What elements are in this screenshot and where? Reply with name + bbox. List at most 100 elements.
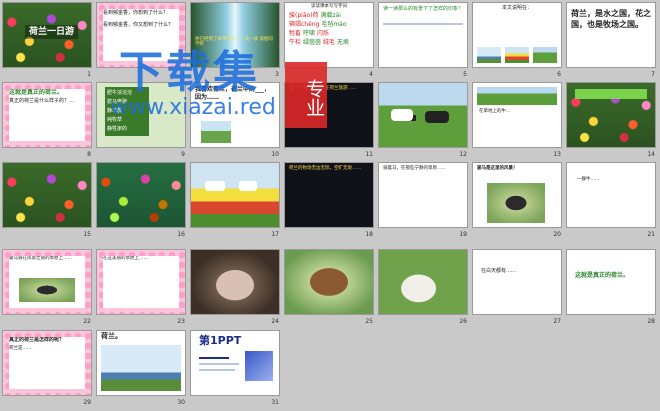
slide-number: 14 xyxy=(647,151,655,158)
slide-thumbnail-28[interactable]: 这就是真正的荷兰。 28 xyxy=(564,247,658,327)
windmill-photo xyxy=(477,47,501,63)
slide-3-text: 你已经到了本课学习……读一读 读给同学听 xyxy=(195,37,273,47)
slide-22-content: 骏马骑在风景壮丽的草原上…… xyxy=(9,256,85,308)
slide-number: 13 xyxy=(553,151,561,158)
slide-8-frame: 这就是真正的荷兰。 真正的荷兰是什么样子的？… xyxy=(3,83,91,147)
slide-29-body: 荷兰是…… xyxy=(9,346,32,351)
slide-thumbnail-8[interactable]: 这就是真正的荷兰。 真正的荷兰是什么样子的？… 8 xyxy=(0,80,94,160)
slide-thumbnail-27[interactable]: 在白天都有…… 27 xyxy=(470,247,564,327)
slide-25-image xyxy=(285,250,373,314)
slide-22-text: 骏马骑在风景壮丽的草原上…… xyxy=(9,256,72,261)
slide-2-question-2: 看到郁金香，你又想到了什么？ xyxy=(103,22,174,28)
slide-6-frame: 本文说明在： xyxy=(473,3,561,67)
pasture-photo xyxy=(533,47,557,63)
slide-thumbnail-20[interactable]: 骏马是这里的风景！ 20 xyxy=(470,160,564,240)
watermark-title: 下载集 xyxy=(119,47,260,98)
slide-number: 8 xyxy=(87,151,91,158)
word: 满载zài xyxy=(320,12,341,19)
slide-31-title: 第1PPT xyxy=(199,334,242,347)
slide-6-heading: 本文说明在： xyxy=(501,5,532,11)
divider xyxy=(199,357,229,359)
slide-number: 10 xyxy=(271,151,279,158)
slide-number: 15 xyxy=(83,231,91,238)
horse-photo xyxy=(487,183,545,223)
slide-13-frame: 在草地上的牛... xyxy=(473,83,561,147)
slide-thumbnail-17[interactable]: 17 xyxy=(188,160,282,240)
slide-thumbnail-6[interactable]: 本文说明在： 6 xyxy=(470,0,564,80)
slide-thumbnail-12[interactable]: 12 xyxy=(376,80,470,160)
slide-1-title: 荷兰一日游 xyxy=(25,25,79,39)
slide-thumbnail-30[interactable]: 荷兰。 30 xyxy=(94,328,188,408)
cow-shape xyxy=(239,181,257,191)
slide-number: 29 xyxy=(83,399,91,406)
slide-2-question-1: 看到郁金香，你想到了什么？ xyxy=(103,10,169,16)
slide-number: 22 xyxy=(83,318,91,325)
slide-1-image: 荷兰一日游 xyxy=(3,3,91,67)
slide-thumbnail-24[interactable]: 24 xyxy=(188,247,282,327)
slide-29-content: 真正的荷兰是怎样的呢？ 荷兰是…… xyxy=(9,337,85,389)
word: 绿茵茵 xyxy=(302,39,321,46)
slide-14-image xyxy=(567,83,655,147)
word: 牲畜 xyxy=(289,30,302,37)
slide-5-frame: 读一读那么的有景下了怎样的印象？ xyxy=(379,3,467,67)
slide-thumbnail-18[interactable]: 荷兰的牧场无边无际，空旷无垠…… 18 xyxy=(282,160,376,240)
slide-23-content: 在这美丽的草原上…… xyxy=(103,256,179,308)
slide-thumbnail-26[interactable]: 26 xyxy=(376,247,470,327)
slide-thumbnail-1[interactable]: 荷兰一日游 1 xyxy=(0,0,94,80)
slide-31-frame: 第1PPT xyxy=(191,331,279,395)
word: 牛栏 xyxy=(289,39,302,46)
slide-thumbnail-5[interactable]: 读一读那么的有景下了怎样的印象？ 5 xyxy=(376,0,470,80)
divider xyxy=(383,23,463,25)
slide-20-frame: 骏马是这里的风景！ xyxy=(473,163,561,227)
slide-thumbnail-31[interactable]: 第1PPT 31 xyxy=(188,328,282,408)
slide-thumbnail-7[interactable]: 荷兰，是水之国，花之国，也是牧场之国。 7 xyxy=(564,0,658,80)
slide-thumbnail-19[interactable]: 骑着马，在那些宁静的草原…… 19 xyxy=(376,160,470,240)
slide-thumbnail-22[interactable]: 骏马骑在风景壮丽的草原上…… 22 xyxy=(0,247,94,327)
slide-thumbnail-23[interactable]: 在这美丽的草原上…… 23 xyxy=(94,247,188,327)
slide-number: 11 xyxy=(365,151,373,158)
slide-number: 24 xyxy=(271,318,279,325)
slide-number: 16 xyxy=(177,231,185,238)
slide-8-body: 真正的荷兰是什么样子的？… xyxy=(9,98,75,104)
slide-15-image xyxy=(3,163,91,227)
slide-number: 12 xyxy=(459,151,467,158)
slide-13-text: 在草地上的牛... xyxy=(479,109,511,114)
horse-photo xyxy=(201,121,231,143)
caption-box xyxy=(575,89,647,99)
slide-number: 7 xyxy=(651,71,655,78)
slide-thumbnail-14[interactable]: 14 xyxy=(564,80,658,160)
slide-20-text: 骏马是这里的风景！ xyxy=(477,166,518,171)
slide-26-image xyxy=(379,250,467,314)
slide-thumbnail-25[interactable]: 25 xyxy=(282,247,376,327)
slide-24-image xyxy=(191,250,279,314)
slide-number: 30 xyxy=(177,399,185,406)
slide-27-frame: 在白天都有…… xyxy=(473,250,561,314)
word: 辆竭chěng xyxy=(289,21,320,28)
slide-29-frame: 真正的荷兰是怎样的呢？ 荷兰是…… xyxy=(3,331,91,395)
slide-number: 17 xyxy=(271,231,279,238)
slide-22-frame: 骏马骑在风景壮丽的草原上…… xyxy=(3,250,91,314)
slide-number: 25 xyxy=(365,318,373,325)
slide-number: 23 xyxy=(177,318,185,325)
slide-thumbnail-21[interactable]: 一群牛…… 21 xyxy=(564,160,658,240)
slide-7-frame: 荷兰，是水之国，花之国，也是牧场之国。 xyxy=(567,3,655,67)
slide-thumbnail-16[interactable]: 16 xyxy=(94,160,188,240)
slide-number: 20 xyxy=(553,231,561,238)
meadow-photo xyxy=(477,87,557,105)
horse-photo xyxy=(19,278,75,302)
slide-30-title: 荷兰。 xyxy=(101,332,122,340)
cow-shape xyxy=(205,181,225,191)
slide-thumbnail-29[interactable]: 真正的荷兰是怎样的呢？ 荷兰是…… 29 xyxy=(0,328,94,408)
slide-4-frame: 读读课本写写字词 骏(piāo)荷 满载zài 辆竭chěng 毛毡máo 牲畜… xyxy=(285,3,373,67)
slide-8-content: 这就是真正的荷兰。 真正的荷兰是什么样子的？… xyxy=(9,89,85,141)
slide-number: 6 xyxy=(557,71,561,78)
slide-18-text: 荷兰的牧场无边无际，空旷无垠…… xyxy=(289,166,361,171)
watermark-badge: 专业 xyxy=(285,62,327,128)
slide-thumbnail-13[interactable]: 在草地上的牛... 13 xyxy=(470,80,564,160)
slide-number: 1 xyxy=(87,71,91,78)
slide-thumbnail-15[interactable]: 15 xyxy=(0,160,94,240)
slide-12-image xyxy=(379,83,467,147)
slide-30-frame: 荷兰。 xyxy=(97,331,185,395)
slide-number: 18 xyxy=(365,231,373,238)
slide-19-text: 骑着马，在那些宁静的草原…… xyxy=(383,166,446,171)
